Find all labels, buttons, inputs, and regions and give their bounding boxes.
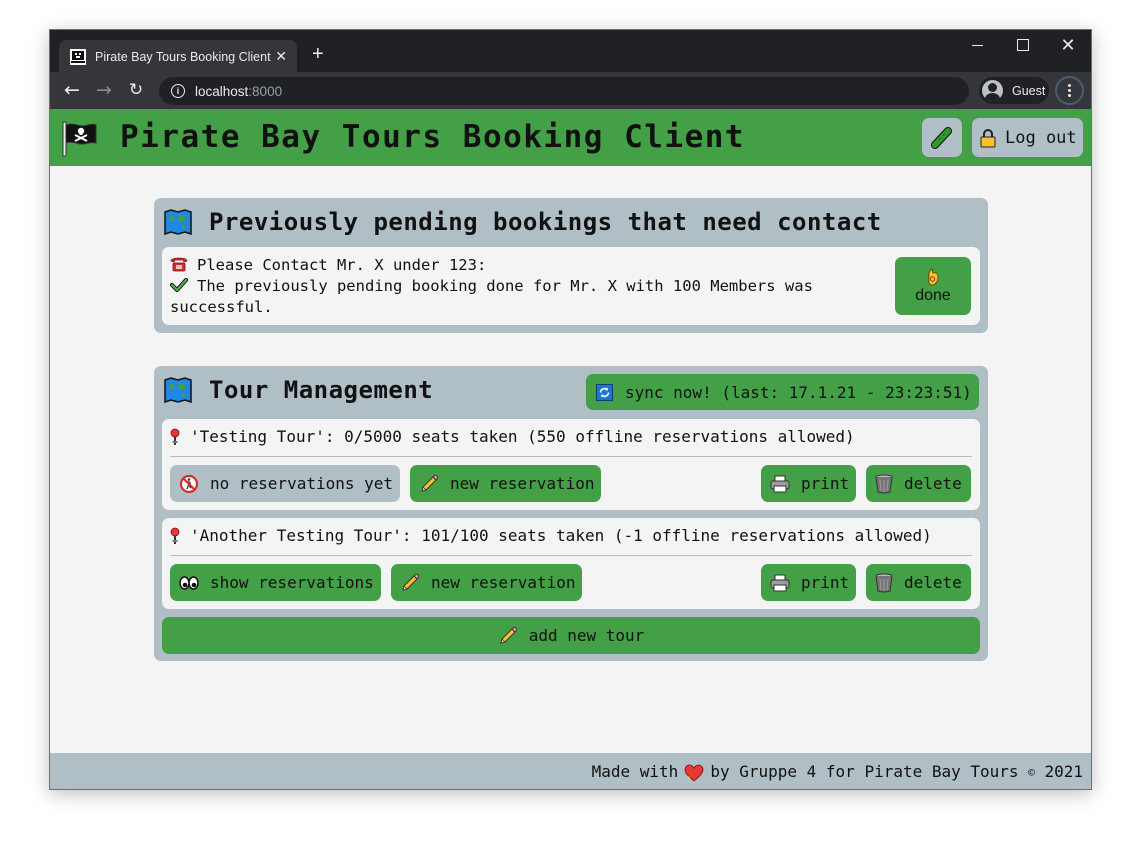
- result-text: The previously pending booking done for …: [170, 277, 823, 316]
- profile-avatar-icon: [982, 80, 1003, 101]
- tour-summary-text: 'Another Testing Tour': 101/100 seats ta…: [190, 526, 932, 545]
- no-reservations-button: no reservations yet: [170, 465, 400, 502]
- address-bar[interactable]: i localhost:8000: [159, 77, 969, 105]
- profile-name: Guest: [1012, 83, 1046, 98]
- browser-titlebar: Pirate Bay Tours Booking Client ✕ + ✕: [50, 30, 1091, 73]
- tours-title: Tour Management: [209, 376, 434, 404]
- sync-now-button[interactable]: sync now! (last: 17.1.21 - 23:23:51): [586, 374, 979, 410]
- divider: [170, 456, 972, 457]
- tab-close-icon[interactable]: ✕: [275, 48, 287, 64]
- pending-message: Please Contact Mr. X under 123: The prev…: [170, 255, 870, 318]
- eyes-icon: [179, 575, 199, 591]
- forward-button[interactable]: →: [93, 79, 115, 101]
- done-button[interactable]: done: [895, 257, 971, 315]
- add-new-tour-label: add new tour: [528, 626, 645, 645]
- tour-management-card: Tour Management sync now! (last: 17.1.21…: [154, 366, 988, 661]
- pending-booking-item: Please Contact Mr. X under 123: The prev…: [162, 247, 980, 325]
- browser-menu-button[interactable]: [1055, 76, 1084, 105]
- footer-text: Made with by Gruppe 4 for Pirate Bay Tour…: [592, 762, 1083, 782]
- round-pushpin-icon: [170, 527, 180, 545]
- pickle-button[interactable]: [922, 118, 962, 157]
- print-label: print: [801, 474, 850, 493]
- check-mark-icon: [170, 278, 188, 292]
- pirate-favicon-icon: [70, 48, 86, 65]
- url-host: localhost: [195, 83, 249, 99]
- profile-button[interactable]: Guest: [979, 77, 1049, 104]
- tour-item: 'Testing Tour': 0/5000 seats taken (550 …: [162, 419, 980, 510]
- no-pedestrians-icon: [179, 474, 199, 494]
- sync-label: sync now! (last: 17.1.21 - 23:23:51): [625, 382, 972, 402]
- url-port: :8000: [248, 83, 283, 99]
- contact-text: Please Contact Mr. X under 123:: [197, 256, 487, 274]
- tour-summary: 'Another Testing Tour': 101/100 seats ta…: [170, 526, 932, 545]
- browser-window: Pirate Bay Tours Booking Client ✕ + ✕ ← …: [49, 29, 1092, 790]
- print-button[interactable]: print: [761, 465, 856, 502]
- tour-summary: 'Testing Tour': 0/5000 seats taken (550 …: [170, 427, 855, 446]
- refresh-icon: [596, 383, 613, 401]
- printer-icon: [770, 574, 790, 592]
- new-reservation-label: new reservation: [450, 474, 595, 493]
- minimize-button[interactable]: [967, 36, 987, 56]
- url-text[interactable]: localhost:8000: [195, 84, 282, 99]
- tab-title: Pirate Bay Tours Booking Client: [95, 49, 271, 64]
- maximize-button[interactable]: [1012, 36, 1032, 56]
- pickle-icon: [931, 126, 953, 149]
- show-reservations-label: show reservations: [210, 573, 374, 592]
- back-button[interactable]: ←: [61, 79, 83, 101]
- telephone-icon: [170, 256, 188, 272]
- no-reservations-label: no reservations yet: [210, 474, 394, 493]
- result-line: The previously pending booking done for …: [170, 276, 870, 318]
- app-header: Pirate Bay Tours Booking Client Log out: [50, 109, 1091, 166]
- delete-label: delete: [904, 474, 962, 493]
- world-map-icon: [164, 209, 192, 235]
- new-reservation-label: new reservation: [431, 573, 576, 592]
- pencil-icon: [419, 474, 439, 494]
- add-new-tour-button[interactable]: add new tour: [162, 617, 980, 654]
- footer-by-text: by Gruppe 4 for Pirate Bay Tours: [710, 762, 1019, 782]
- pirate-flag-icon: [60, 121, 100, 157]
- new-reservation-button[interactable]: new reservation: [410, 465, 601, 502]
- divider: [170, 555, 972, 556]
- tour-item: 'Another Testing Tour': 101/100 seats ta…: [162, 518, 980, 609]
- wastebasket-icon: [875, 474, 893, 494]
- copyright-symbol: ©: [1028, 766, 1035, 780]
- show-reservations-button[interactable]: show reservations: [170, 564, 381, 601]
- pencil-icon: [498, 626, 518, 646]
- new-tab-button[interactable]: +: [312, 44, 324, 64]
- page: Pirate Bay Tours Booking Client Log out …: [50, 109, 1091, 789]
- ok-hand-icon: [926, 267, 940, 286]
- delete-button[interactable]: delete: [866, 564, 971, 601]
- wastebasket-icon: [875, 573, 893, 593]
- app-title: Pirate Bay Tours Booking Client: [120, 119, 746, 155]
- done-label: done: [915, 286, 951, 304]
- delete-label: delete: [904, 573, 962, 592]
- tours-heading: Tour Management: [164, 376, 433, 404]
- site-info-icon[interactable]: i: [171, 84, 185, 98]
- lock-icon: [980, 128, 996, 148]
- tour-summary-text: 'Testing Tour': 0/5000 seats taken (550 …: [190, 427, 855, 446]
- browser-toolbar: ← → ↻ i localhost:8000 Guest: [50, 72, 1091, 109]
- round-pushpin-icon: [170, 428, 180, 446]
- footer-made-with: Made with: [591, 762, 679, 782]
- logout-button[interactable]: Log out: [972, 118, 1083, 157]
- delete-button[interactable]: delete: [866, 465, 971, 502]
- pending-title: Previously pending bookings that need co…: [209, 208, 882, 236]
- print-button[interactable]: print: [761, 564, 856, 601]
- footer-year: 2021: [1044, 762, 1083, 782]
- browser-tab[interactable]: Pirate Bay Tours Booking Client ✕: [59, 40, 297, 73]
- contact-line: Please Contact Mr. X under 123:: [170, 255, 870, 276]
- kebab-menu-icon: [1068, 89, 1071, 92]
- footer: Made with by Gruppe 4 for Pirate Bay Tour…: [50, 753, 1091, 789]
- print-label: print: [801, 573, 850, 592]
- pending-bookings-card: Previously pending bookings that need co…: [154, 198, 988, 333]
- window-close-button[interactable]: ✕: [1058, 36, 1078, 56]
- sparkling-heart-icon: [684, 764, 704, 782]
- printer-icon: [770, 475, 790, 493]
- reload-button[interactable]: ↻: [125, 79, 147, 101]
- pending-heading: Previously pending bookings that need co…: [164, 208, 882, 236]
- world-map-icon: [164, 377, 192, 403]
- new-reservation-button[interactable]: new reservation: [391, 564, 582, 601]
- logout-label: Log out: [1005, 127, 1077, 148]
- pencil-icon: [400, 573, 420, 593]
